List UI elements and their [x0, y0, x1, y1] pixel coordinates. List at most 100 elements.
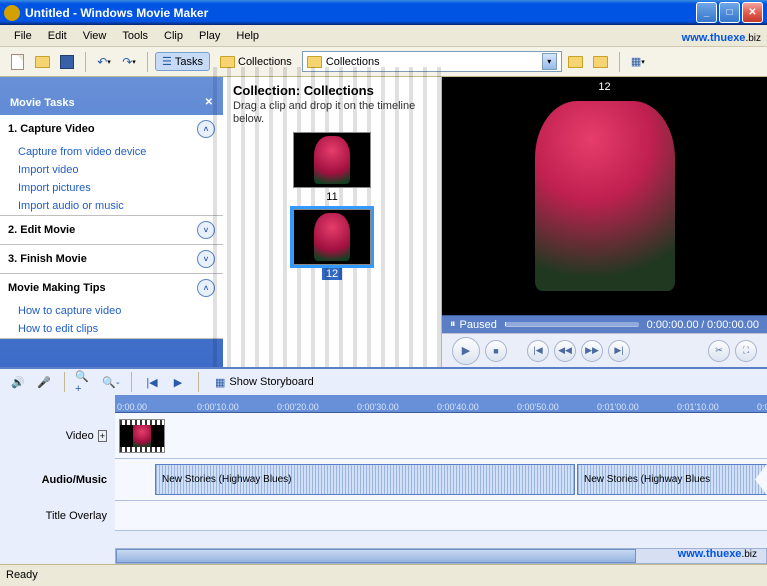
task-group-edit: 2. Edit Movie ˅ — [0, 216, 223, 245]
maximize-button[interactable]: □ — [719, 2, 740, 23]
task-import-video[interactable]: Import video — [0, 161, 223, 179]
video-clip[interactable] — [119, 419, 165, 453]
dropdown-folder-icon — [307, 56, 322, 68]
menu-file[interactable]: File — [6, 28, 40, 44]
video-track[interactable] — [115, 413, 767, 459]
pause-indicator-icon: ⏸ — [450, 318, 456, 331]
clip-thumbnail-image — [314, 136, 350, 184]
folder-open-icon — [35, 56, 50, 68]
undo-button[interactable]: ↶ ▾ — [93, 51, 115, 73]
undo-icon: ↶ — [97, 55, 107, 69]
collection-title: Collection: Collections — [233, 83, 431, 98]
timeline-hscrollbar[interactable] — [115, 548, 767, 564]
task-pane-close-button[interactable]: ✕ — [205, 97, 213, 109]
title-overlay-track[interactable] — [115, 501, 767, 531]
show-storyboard-button[interactable]: ▦ Show Storyboard — [209, 375, 320, 390]
task-import-pictures[interactable]: Import pictures — [0, 179, 223, 197]
scrollbar-thumb[interactable] — [116, 549, 636, 563]
chevron-down-icon: ˅ — [197, 250, 215, 268]
zoom-out-button[interactable]: 🔍- — [101, 372, 121, 392]
expand-video-track-button[interactable]: + — [98, 430, 107, 442]
video-preview[interactable]: 12 — [442, 77, 767, 315]
zoom-in-icon: 🔍+ — [75, 370, 95, 395]
clip-label: 12 — [322, 268, 342, 280]
tasks-label: Tasks — [175, 56, 203, 68]
player-controls: ▶ ■ |◀ ◀◀ ▶▶ ▶| ✂ ⛶ — [442, 333, 767, 367]
redo-icon: ↷ — [122, 55, 132, 69]
collection-pane: Collection: Collections Drag a clip and … — [223, 77, 442, 367]
tasks-toggle[interactable]: ☰ Tasks — [155, 52, 210, 71]
collections-label: Collections — [238, 56, 292, 68]
clip-thumbnail-11[interactable]: 11 — [283, 132, 381, 203]
menu-edit[interactable]: Edit — [40, 28, 75, 44]
preview-image — [535, 101, 675, 291]
rewind-timeline-button[interactable]: |◀ — [142, 372, 162, 392]
folder-up-icon — [568, 56, 583, 68]
task-import-audio[interactable]: Import audio or music — [0, 197, 223, 215]
view-options-button[interactable]: ▦ ▾ — [627, 51, 649, 73]
menu-clip[interactable]: Clip — [156, 28, 191, 44]
collections-icon — [220, 56, 235, 68]
chevron-up-icon: ˄ — [197, 279, 215, 297]
tip-capture-video[interactable]: How to capture video — [0, 302, 223, 320]
audio-levels-icon: 🔊 — [11, 376, 25, 389]
timeline-ruler[interactable]: 0:00.00 0:00'10.00 0:00'20.00 0:00'30.00… — [115, 395, 767, 413]
save-project-button[interactable] — [56, 51, 78, 73]
seek-slider[interactable] — [505, 322, 639, 327]
menu-tools[interactable]: Tools — [114, 28, 156, 44]
clip-thumbnail-12[interactable]: 12 — [283, 209, 381, 280]
menu-view[interactable]: View — [75, 28, 115, 44]
task-head-finish[interactable]: 3. Finish Movie ˅ — [0, 245, 223, 273]
new-collection-button[interactable] — [590, 51, 612, 73]
minimize-button[interactable]: _ — [696, 2, 717, 23]
tip-edit-clips[interactable]: How to edit clips — [0, 320, 223, 338]
split-clip-button[interactable]: ✂ — [708, 340, 730, 362]
prev-clip-button[interactable]: |◀ — [527, 340, 549, 362]
menu-play[interactable]: Play — [191, 28, 228, 44]
scrub-bar: ⏸ Paused 0:00:00.00 / 0:00:00.00 — [442, 315, 767, 333]
dropdown-value: Collections — [326, 56, 380, 68]
zoom-in-button[interactable]: 🔍+ — [75, 372, 95, 392]
timeline-toolbar: 🔊 🎤 🔍+ 🔍- |◀ ▶ ▦ Show Storyboard — [0, 369, 767, 395]
menu-help[interactable]: Help — [228, 28, 267, 44]
collection-dropdown[interactable]: Collections ▾ — [302, 51, 562, 72]
up-level-button[interactable] — [565, 51, 587, 73]
chevron-down-icon: ˅ — [197, 221, 215, 239]
new-project-button[interactable] — [6, 51, 28, 73]
open-project-button[interactable] — [31, 51, 53, 73]
toolbar: ↶ ▾ ↷ ▾ ☰ Tasks Collections Collections … — [0, 47, 767, 77]
close-button[interactable]: ✕ — [742, 2, 763, 23]
task-group-tips: Movie Making Tips ˄ How to capture video… — [0, 274, 223, 339]
task-pane: Movie Tasks ✕ 1. Capture Video ˄ Capture… — [0, 77, 223, 367]
rewind-button[interactable]: ◀◀ — [554, 340, 576, 362]
audio-clip-1[interactable]: New Stories (Highway Blues) — [155, 464, 575, 495]
play-timeline-button[interactable]: ▶ — [168, 372, 188, 392]
stop-button[interactable]: ■ — [485, 340, 507, 362]
storyboard-icon: ▦ — [215, 376, 225, 389]
next-clip-button[interactable]: ▶| — [608, 340, 630, 362]
clip-label: 11 — [326, 191, 337, 203]
timeline-pane: 🔊 🎤 🔍+ 🔍- |◀ ▶ ▦ Show Storyboard Video+ … — [0, 367, 767, 564]
play-button[interactable]: ▶ — [452, 337, 480, 365]
collection-hint: Drag a clip and drop it on the timeline … — [233, 100, 431, 126]
redo-button[interactable]: ↷ ▾ — [118, 51, 140, 73]
forward-button[interactable]: ▶▶ — [581, 340, 603, 362]
collections-toggle[interactable]: Collections — [213, 53, 299, 71]
main-area: Movie Tasks ✕ 1. Capture Video ˄ Capture… — [0, 77, 767, 367]
audio-track[interactable]: New Stories (Highway Blues) New Stories … — [115, 459, 767, 501]
audio-clip-2[interactable]: New Stories (Highway Blues — [577, 464, 767, 495]
status-bar: Ready — [0, 564, 767, 584]
app-icon — [4, 5, 20, 21]
narrate-button[interactable]: 🎤 — [34, 372, 54, 392]
audio-levels-button[interactable]: 🔊 — [8, 372, 28, 392]
task-head-capture[interactable]: 1. Capture Video ˄ — [0, 115, 223, 143]
timeline-tracks[interactable]: 0:00.00 0:00'10.00 0:00'20.00 0:00'30.00… — [115, 395, 767, 548]
preview-clip-title: 12 — [442, 81, 767, 93]
fullscreen-button[interactable]: ⛶ — [735, 340, 757, 362]
task-pane-title: Movie Tasks — [10, 97, 75, 109]
task-head-edit[interactable]: 2. Edit Movie ˅ — [0, 216, 223, 244]
chevron-down-icon: ▾ — [542, 53, 557, 70]
task-capture-from-device[interactable]: Capture from video device — [0, 143, 223, 161]
chevron-up-icon: ˄ — [197, 120, 215, 138]
task-head-tips[interactable]: Movie Making Tips ˄ — [0, 274, 223, 302]
